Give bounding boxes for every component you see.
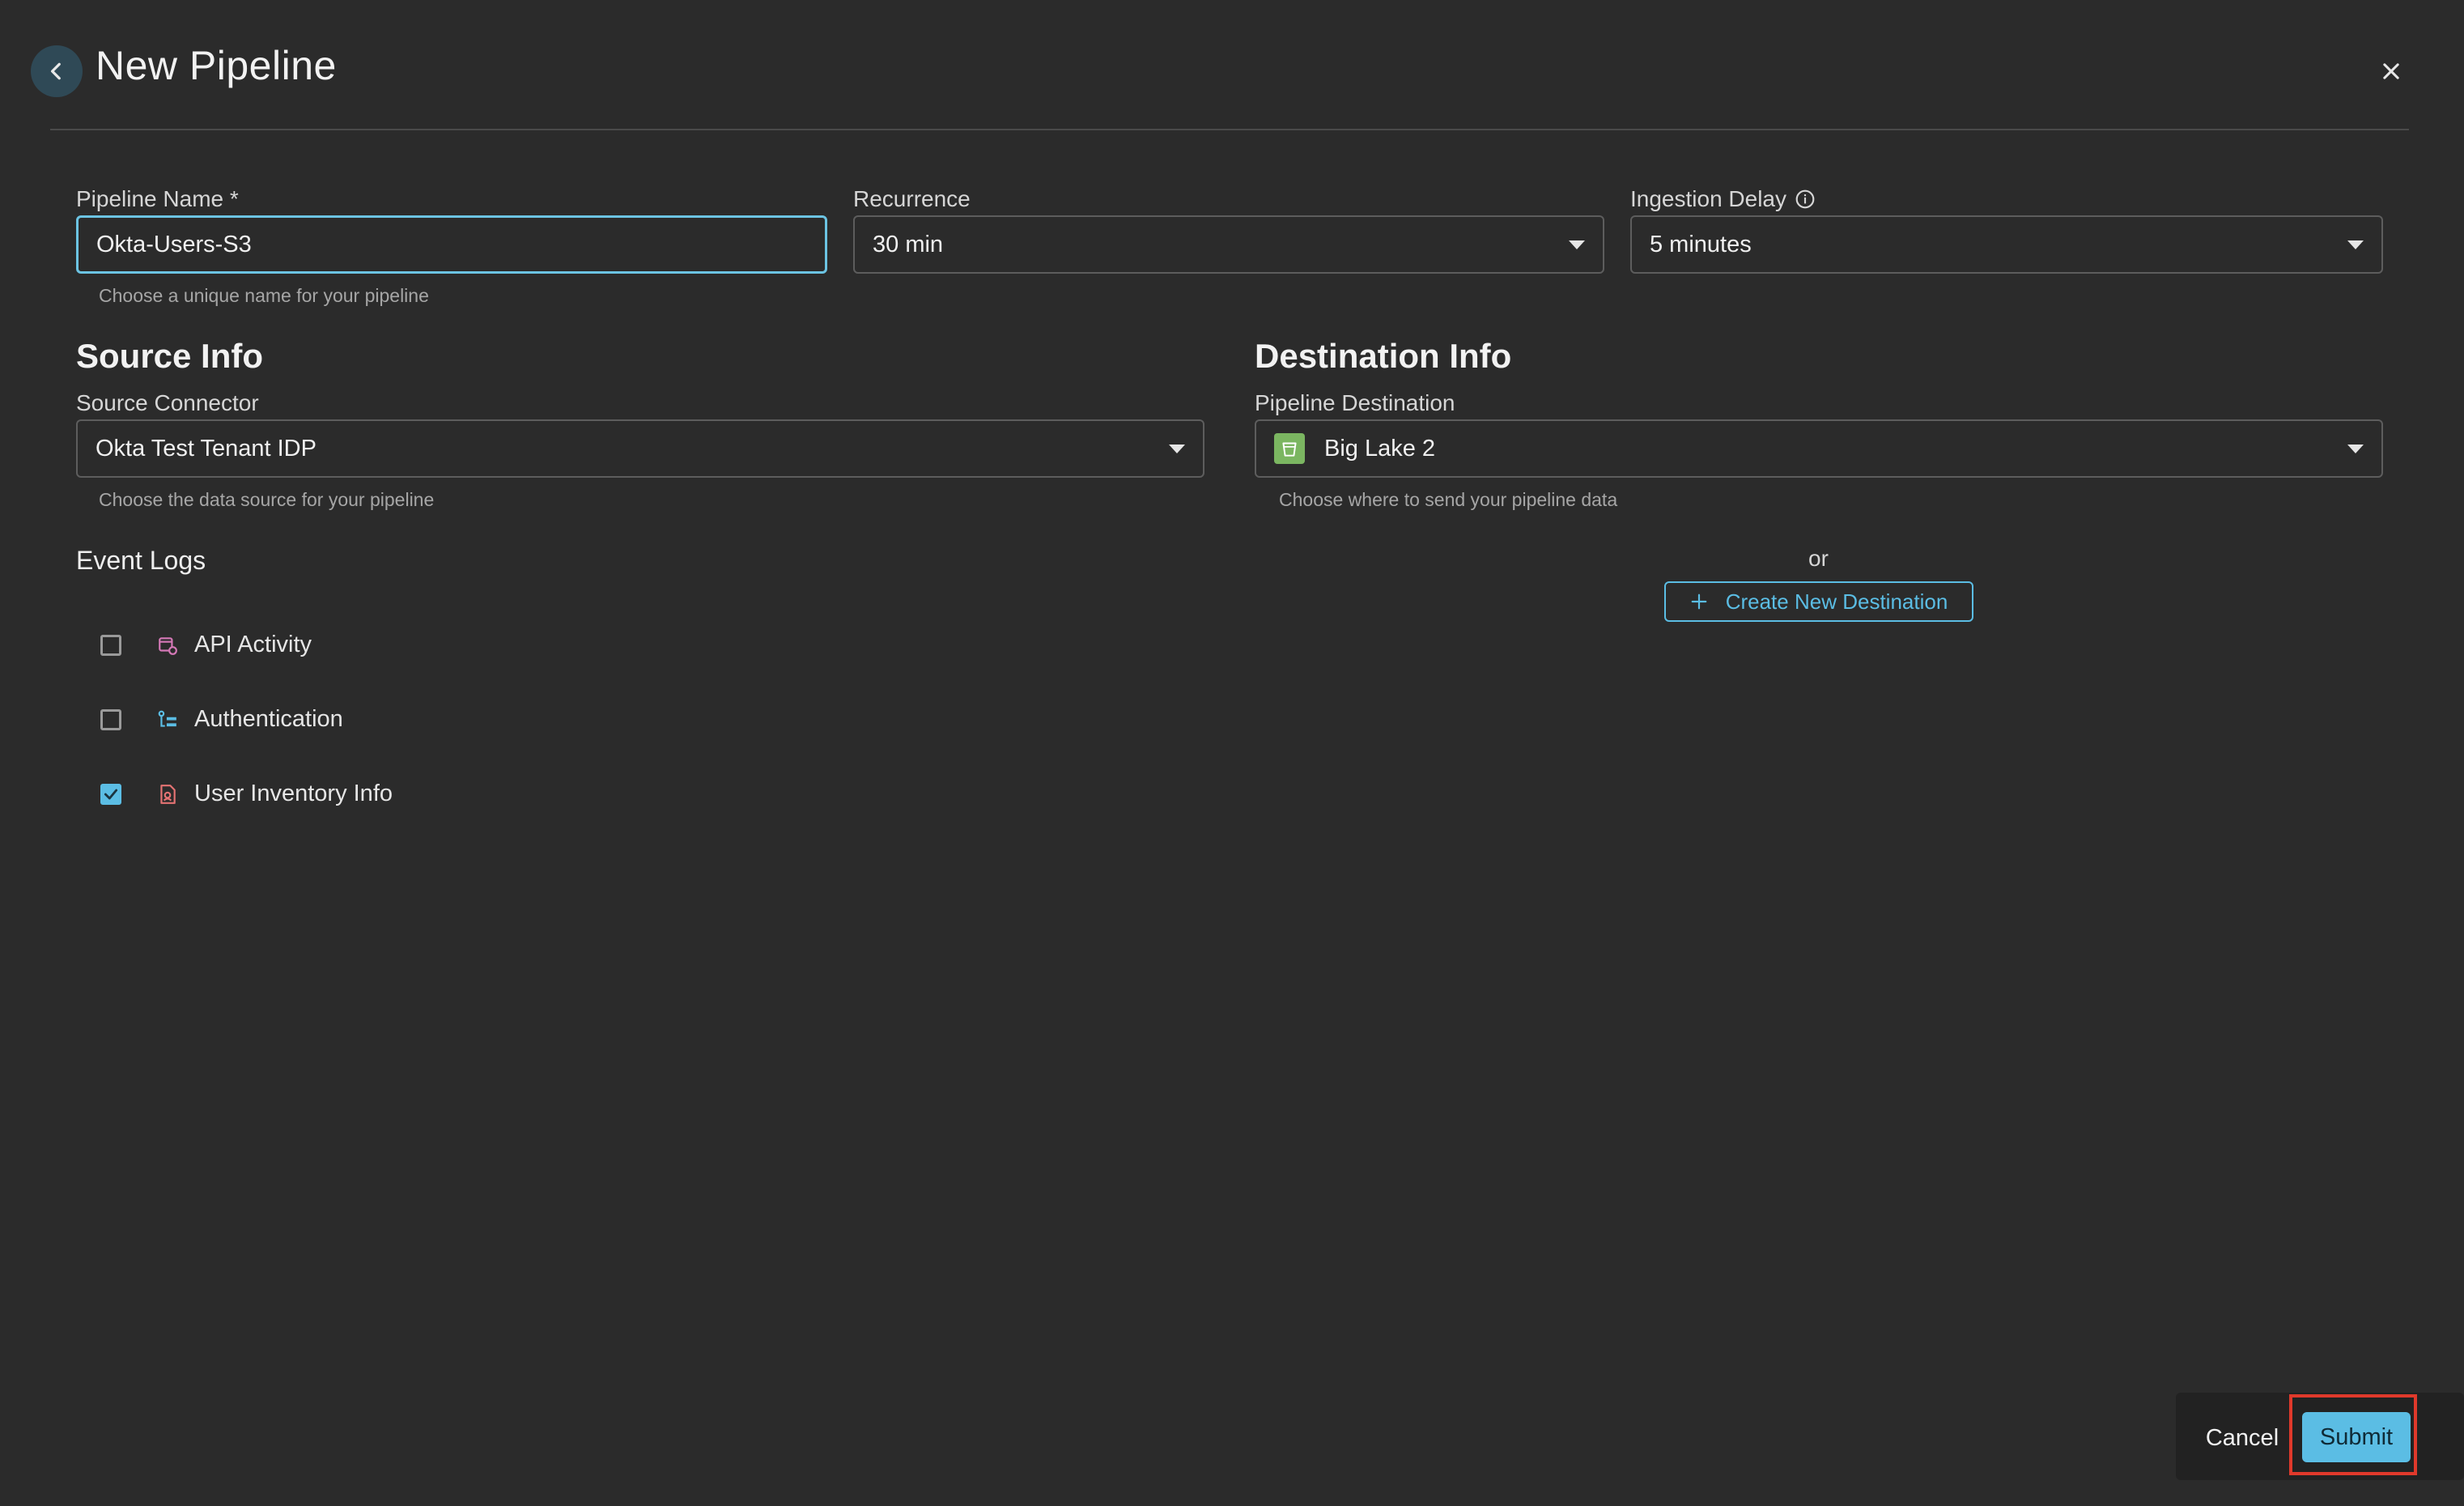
- close-button[interactable]: [2368, 49, 2414, 94]
- api-activity-label: API Activity: [194, 632, 312, 657]
- ingestion-delay-select[interactable]: 5 minutes: [1630, 215, 2383, 274]
- pipeline-name-label: Pipeline Name *: [76, 186, 239, 211]
- api-activity-checkbox[interactable]: [100, 634, 121, 656]
- chevron-down-icon: [2347, 240, 2364, 249]
- chevron-left-icon: [50, 62, 61, 80]
- user-inventory-icon: [160, 784, 176, 804]
- checkmark-icon: [104, 789, 118, 799]
- info-icon[interactable]: [1795, 189, 1816, 210]
- authentication-label: Authentication: [194, 706, 343, 732]
- event-logs-title: Event Logs: [76, 546, 206, 575]
- recurrence-label: Recurrence: [853, 186, 971, 211]
- user-inventory-info-checkbox[interactable]: [100, 783, 121, 805]
- pipeline-name-helper: Choose a unique name for your pipeline: [99, 285, 429, 306]
- recurrence-select[interactable]: 30 min: [853, 215, 1604, 274]
- pipeline-name-value: Okta-Users-S3: [96, 231, 252, 257]
- page-title: New Pipeline: [96, 43, 337, 88]
- pipeline-destination-helper: Choose where to send your pipeline data: [1279, 489, 1618, 510]
- chevron-down-icon: [2347, 444, 2364, 453]
- pipeline-destination-value: Big Lake 2: [1324, 435, 1436, 462]
- create-new-destination-label: Create New Destination: [1725, 589, 1948, 614]
- pipeline-destination-label: Pipeline Destination: [1255, 390, 1455, 415]
- recurrence-value: 30 min: [873, 231, 944, 257]
- cancel-button[interactable]: Cancel: [2194, 1414, 2291, 1462]
- event-log-item[interactable]: API Activity: [100, 632, 312, 658]
- chevron-down-icon: [1169, 444, 1185, 453]
- source-connector-select[interactable]: Okta Test Tenant IDP: [76, 419, 1204, 478]
- create-new-destination-button[interactable]: Create New Destination: [1664, 581, 1973, 622]
- authentication-checkbox[interactable]: [100, 708, 121, 730]
- source-info-title: Source Info: [76, 337, 264, 375]
- event-log-item[interactable]: User Inventory Info: [100, 781, 393, 807]
- pipeline-destination-select[interactable]: Big Lake 2: [1255, 419, 2383, 478]
- ingestion-delay-label: Ingestion Delay: [1630, 186, 1787, 211]
- destination-info-title: Destination Info: [1255, 337, 1512, 375]
- or-separator: or: [1808, 546, 1829, 571]
- header-divider: [50, 129, 2409, 130]
- back-button[interactable]: [31, 45, 83, 97]
- api-activity-icon: [159, 636, 177, 655]
- bucket-icon: [1274, 433, 1305, 464]
- pipeline-name-input[interactable]: Okta-Users-S3: [76, 215, 827, 274]
- user-inventory-info-label: User Inventory Info: [194, 781, 393, 806]
- chevron-down-icon: [1569, 240, 1585, 249]
- close-icon: [2383, 63, 2399, 79]
- ingestion-delay-label-row: Ingestion Delay: [1630, 186, 1816, 212]
- source-connector-value: Okta Test Tenant IDP: [96, 435, 316, 462]
- source-connector-label: Source Connector: [76, 390, 259, 415]
- event-log-item[interactable]: Authentication: [100, 706, 343, 733]
- submit-highlight-box: [2289, 1394, 2417, 1475]
- plus-icon: [1691, 593, 1707, 610]
- authentication-icon: [158, 710, 176, 727]
- ingestion-delay-value: 5 minutes: [1650, 231, 1752, 257]
- source-connector-helper: Choose the data source for your pipeline: [99, 489, 435, 510]
